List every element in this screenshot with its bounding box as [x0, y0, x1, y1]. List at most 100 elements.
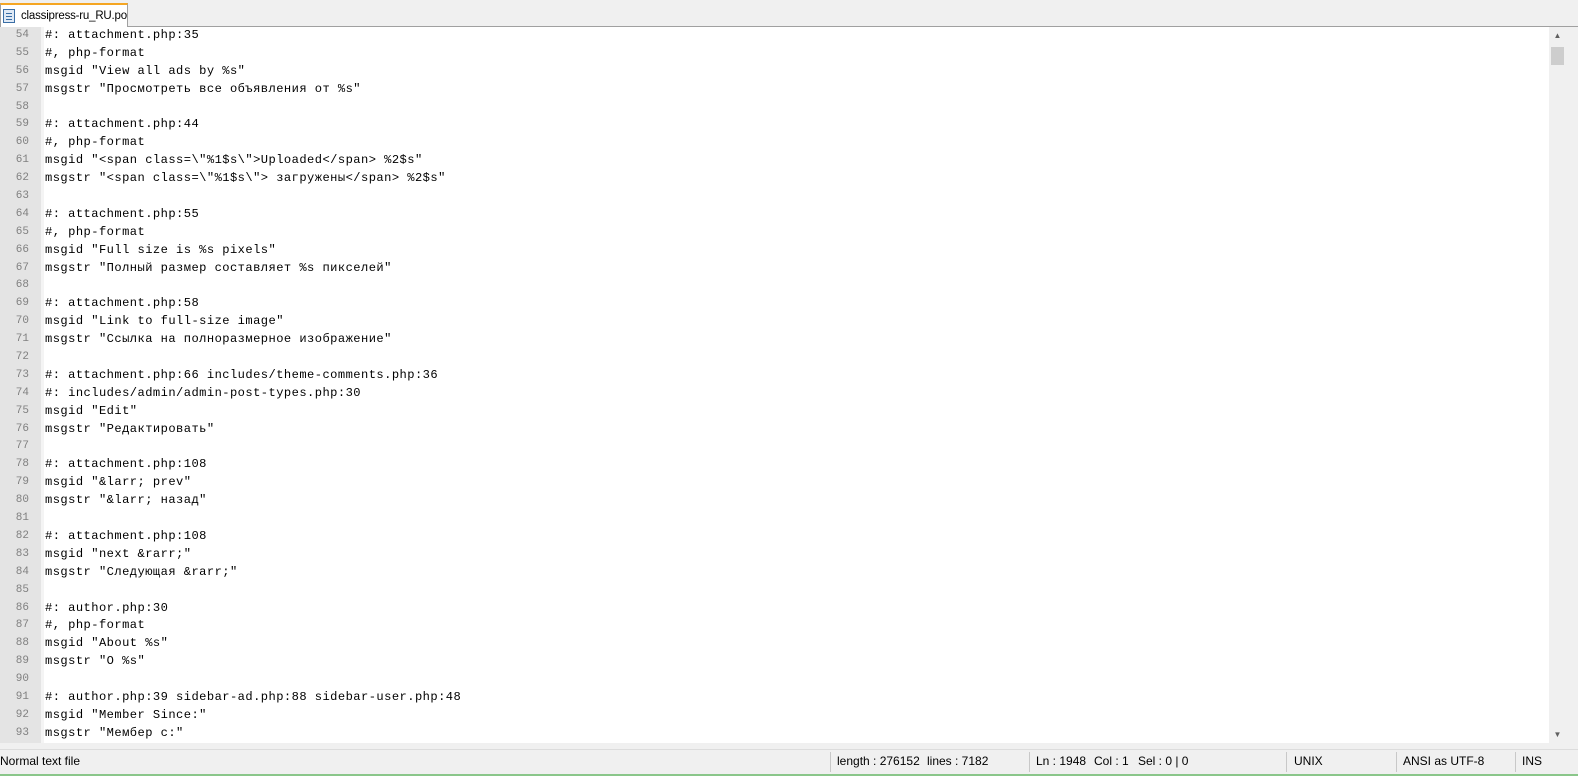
line-text[interactable]: msgstr "Редактировать" — [45, 421, 215, 439]
line-number: 83 — [15, 547, 29, 560]
line-text[interactable]: msgid "&larr; prev" — [45, 474, 191, 492]
editor-line[interactable]: 80 msgstr "&larr; назад" — [0, 492, 1549, 510]
line-number: 55 — [15, 46, 29, 59]
line-text[interactable]: #, php-format — [45, 134, 145, 152]
line-text[interactable]: #: attachment.php:66 includes/theme-comm… — [45, 367, 438, 385]
status-lines: lines : 7182 — [927, 754, 989, 768]
editor-line[interactable]: 72 — [0, 349, 1549, 367]
line-text[interactable]: msgstr "&larr; назад" — [45, 492, 207, 510]
editor-line[interactable]: 76 msgstr "Редактировать" — [0, 421, 1549, 439]
line-text[interactable]: #, php-format — [45, 617, 145, 635]
status-bar: Normal text file length : 276152 lines :… — [0, 749, 1578, 776]
editor-line[interactable]: 69 #: attachment.php:58 — [0, 295, 1549, 313]
line-text[interactable]: #: attachment.php:55 — [45, 206, 199, 224]
line-text[interactable]: msgstr "Ссылка на полноразмерное изображ… — [45, 331, 392, 349]
line-text[interactable]: msgstr "Мембер с:" — [45, 725, 184, 743]
line-text[interactable]: #: attachment.php:35 — [45, 27, 199, 45]
editor-line[interactable]: 91 #: author.php:39 sidebar-ad.php:88 sid… — [0, 689, 1549, 707]
tab-file[interactable]: classipress-ru_RU.po — [0, 3, 128, 27]
line-number: 60 — [15, 136, 29, 149]
line-text[interactable]: #, php-format — [45, 224, 145, 242]
line-text[interactable]: msgid "Full size is %s pixels" — [45, 242, 276, 260]
line-text[interactable]: msgid "next &rarr;" — [45, 546, 191, 564]
editor-line[interactable]: 71 msgstr "Ссылка на полноразмерное изобр… — [0, 331, 1549, 349]
line-text[interactable]: #: attachment.php:58 — [45, 295, 199, 313]
editor-line[interactable]: 70 msgid "Link to full-size image" — [0, 313, 1549, 331]
editor-line[interactable]: 79 msgid "&larr; prev" — [0, 474, 1549, 492]
line-text[interactable]: msgid "View all ads by %s" — [45, 63, 245, 81]
editor-line[interactable]: 56 msgid "View all ads by %s" — [0, 63, 1549, 81]
line-text[interactable]: #, php-format — [45, 45, 145, 63]
scrollbar-thumb[interactable] — [1551, 47, 1564, 65]
editor-line[interactable]: 64 #: attachment.php:55 — [0, 206, 1549, 224]
editor-line[interactable]: 78 #: attachment.php:108 — [0, 456, 1549, 474]
line-number: 58 — [15, 100, 29, 113]
editor-line[interactable]: 62 msgstr "<span class=\"%1$s\"> загружен… — [0, 170, 1549, 188]
line-number: 90 — [15, 673, 29, 686]
line-text[interactable]: msgid "Edit" — [45, 403, 138, 421]
editor-line[interactable]: 59 #: attachment.php:44 — [0, 116, 1549, 134]
line-text[interactable]: msgid "About %s" — [45, 635, 168, 653]
editor-line[interactable]: 75 msgid "Edit" — [0, 403, 1549, 421]
editor-line[interactable]: 60 #, php-format — [0, 134, 1549, 152]
line-text[interactable]: #: includes/admin/admin-post-types.php:3… — [45, 385, 361, 403]
line-number: 64 — [15, 207, 29, 220]
scroll-down-arrow-icon[interactable]: ▼ — [1549, 726, 1566, 743]
line-number: 81 — [15, 512, 29, 525]
status-col: Col : 1 — [1094, 754, 1129, 768]
line-number: 54 — [15, 29, 29, 41]
line-text[interactable]: msgid "Link to full-size image" — [45, 313, 284, 331]
editor-line[interactable]: 67 msgstr "Полный размер составляет %s пи… — [0, 260, 1549, 278]
editor-line[interactable]: 66 msgid "Full size is %s pixels" — [0, 242, 1549, 260]
editor-line[interactable]: 84 msgstr "Следующая &rarr;" — [0, 564, 1549, 582]
line-text[interactable]: msgstr "Следующая &rarr;" — [45, 564, 238, 582]
line-text[interactable]: #: attachment.php:44 — [45, 116, 199, 134]
tab-bar: classipress-ru_RU.po — [0, 0, 1578, 27]
line-text[interactable]: msgstr "Полный размер составляет %s пикс… — [45, 260, 392, 278]
editor-line[interactable]: 81 — [0, 510, 1549, 528]
line-number: 86 — [15, 601, 29, 614]
editor-line[interactable]: 88 msgid "About %s" — [0, 635, 1549, 653]
editor-line[interactable]: 63 — [0, 188, 1549, 206]
editor-line[interactable]: 82 #: attachment.php:108 — [0, 528, 1549, 546]
editor-line[interactable]: 86 #: author.php:30 — [0, 600, 1549, 618]
line-text[interactable]: #: author.php:30 — [45, 600, 168, 618]
editor-line[interactable]: 74 #: includes/admin/admin-post-types.php… — [0, 385, 1549, 403]
editor-line[interactable]: 73 #: attachment.php:66 includes/theme-co… — [0, 367, 1549, 385]
editor-line[interactable]: 58 — [0, 99, 1549, 117]
line-text[interactable]: msgid "<span class=\"%1$s\">Uploaded</sp… — [45, 152, 423, 170]
line-text[interactable]: msgstr "<span class=\"%1$s\"> загружены<… — [45, 170, 446, 188]
editor-line[interactable]: 54 #: attachment.php:35 — [0, 27, 1549, 45]
scroll-up-arrow-icon[interactable]: ▲ — [1549, 27, 1566, 44]
editor-line[interactable]: 87 #, php-format — [0, 617, 1549, 635]
line-text[interactable]: #: attachment.php:108 — [45, 528, 207, 546]
text-editor[interactable]: 54 #: attachment.php:35 55 #, php-format 56 m… — [0, 27, 1549, 743]
editor-line[interactable]: 57 msgstr "Просмотреть все объявления от … — [0, 81, 1549, 99]
status-insert-mode: INS — [1522, 754, 1543, 768]
status-separator — [1515, 752, 1516, 772]
line-text[interactable]: msgstr "Просмотреть все объявления от %s… — [45, 81, 361, 99]
line-text[interactable]: #: author.php:39 sidebar-ad.php:88 sideb… — [45, 689, 461, 707]
line-number: 87 — [15, 619, 29, 632]
line-number: 62 — [15, 172, 29, 185]
line-text[interactable]: msgid "Member Since:" — [45, 707, 207, 725]
editor-line[interactable]: 85 — [0, 582, 1549, 600]
editor-line[interactable]: 61 msgid "<span class=\"%1$s\">Uploaded</… — [0, 152, 1549, 170]
line-number: 79 — [15, 476, 29, 489]
editor-line[interactable]: 77 — [0, 438, 1549, 456]
line-number: 76 — [15, 422, 29, 435]
editor-line[interactable]: 65 #, php-format — [0, 224, 1549, 242]
editor-line[interactable]: 83 msgid "next &rarr;" — [0, 546, 1549, 564]
editor-line[interactable]: 68 — [0, 277, 1549, 295]
editor-line[interactable]: 92 msgid "Member Since:" — [0, 707, 1549, 725]
editor-line[interactable]: 89 msgstr "О %s" — [0, 653, 1549, 671]
status-separator — [1396, 752, 1397, 772]
vertical-scrollbar[interactable]: ▲ ▼ — [1549, 27, 1566, 743]
editor-line[interactable]: 90 — [0, 671, 1549, 689]
editor-line[interactable]: 55 #, php-format — [0, 45, 1549, 63]
line-text[interactable]: #: attachment.php:108 — [45, 456, 207, 474]
line-text[interactable]: msgstr "О %s" — [45, 653, 145, 671]
line-number: 74 — [15, 386, 29, 399]
editor-line[interactable]: 93 msgstr "Мембер с:" — [0, 725, 1549, 743]
file-icon — [3, 9, 15, 23]
